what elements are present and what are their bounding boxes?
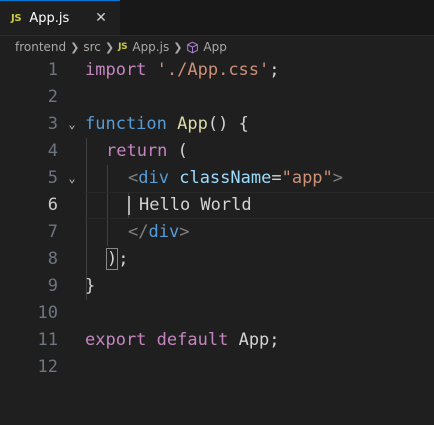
code-content: Hello World bbox=[139, 192, 252, 219]
code-line[interactable]: 2 bbox=[0, 84, 434, 111]
string-literal: "app" bbox=[281, 168, 333, 188]
tag-bracket: > bbox=[332, 168, 344, 188]
string-literal: './App.css' bbox=[156, 60, 270, 80]
jsx-text: Hello World bbox=[139, 195, 252, 215]
chevron-right-icon: ❯ bbox=[70, 40, 80, 54]
tab-bar: JS App.js ✕ bbox=[0, 0, 434, 36]
tag-bracket: </ bbox=[128, 222, 149, 242]
code-content: export default App; bbox=[85, 327, 280, 354]
keyword: import bbox=[85, 60, 147, 80]
code-line[interactable]: 4 return ( bbox=[0, 138, 434, 165]
breadcrumb: frontend ❯ src ❯ JS App.js ❯ App bbox=[0, 36, 434, 58]
line-number: 7 bbox=[47, 222, 58, 242]
code-line[interactable]: 12 bbox=[0, 354, 434, 381]
code-content: </div> bbox=[128, 219, 189, 246]
matched-bracket: ) bbox=[106, 248, 119, 270]
attribute-name: className bbox=[179, 168, 272, 188]
chevron-down-icon[interactable]: ⌄ bbox=[66, 165, 78, 192]
punctuation: ; bbox=[118, 249, 129, 269]
identifier: App bbox=[238, 330, 270, 350]
code-line[interactable]: 3 ⌄ function App() { bbox=[0, 111, 434, 138]
punctuation: ; bbox=[269, 60, 280, 80]
keyword: function bbox=[85, 114, 167, 134]
line-number: 5 bbox=[47, 168, 58, 188]
punctuation: } bbox=[85, 276, 96, 296]
punctuation: ( bbox=[167, 141, 188, 161]
code-line[interactable]: 10 bbox=[0, 300, 434, 327]
code-line[interactable]: 11 export default App; bbox=[0, 327, 434, 354]
tab-app-js[interactable]: JS App.js ✕ bbox=[0, 0, 120, 35]
punctuation: ; bbox=[269, 330, 280, 350]
code-content: <div className="app"> bbox=[128, 165, 343, 192]
tag-name: div bbox=[138, 168, 169, 188]
code-line[interactable]: 5 ⌄ <div className="app"> bbox=[0, 165, 434, 192]
breadcrumb-item-app-js[interactable]: App.js bbox=[132, 40, 169, 54]
line-number: 9 bbox=[47, 276, 58, 296]
code-editor[interactable]: 1 import './App.css'; 2 3 ⌄ function App… bbox=[0, 57, 434, 425]
code-content: } bbox=[85, 273, 95, 300]
line-number: 6 bbox=[47, 195, 58, 215]
keyword: return bbox=[106, 141, 168, 161]
text-cursor bbox=[128, 196, 130, 215]
line-number: 12 bbox=[37, 357, 58, 377]
code-line[interactable]: 1 import './App.css'; bbox=[0, 57, 434, 84]
line-number: 1 bbox=[47, 60, 58, 80]
function-name: App bbox=[177, 114, 208, 134]
breadcrumb-item-frontend[interactable]: frontend bbox=[15, 40, 66, 54]
line-number: 4 bbox=[47, 141, 58, 161]
chevron-down-icon[interactable]: ⌄ bbox=[66, 111, 78, 138]
symbol-cube-icon bbox=[187, 41, 199, 53]
breadcrumb-item-app[interactable]: App bbox=[203, 40, 226, 54]
tag-name: div bbox=[148, 222, 180, 242]
tab-label: App.js bbox=[29, 10, 70, 26]
line-number: 2 bbox=[47, 87, 58, 107]
close-icon[interactable]: ✕ bbox=[92, 9, 110, 27]
punctuation: () { bbox=[207, 114, 249, 134]
line-number: 10 bbox=[37, 303, 58, 323]
code-line[interactable]: 9 } bbox=[0, 273, 434, 300]
line-number: 8 bbox=[47, 249, 58, 269]
line-number: 11 bbox=[37, 330, 58, 350]
current-line-highlight bbox=[84, 192, 434, 219]
code-content: function App() { bbox=[85, 111, 249, 138]
keyword: default bbox=[156, 330, 229, 350]
code-line[interactable]: 8 ); bbox=[0, 246, 434, 273]
breadcrumb-item-src[interactable]: src bbox=[83, 40, 101, 54]
line-number: 3 bbox=[47, 114, 58, 134]
keyword: export bbox=[85, 330, 147, 350]
tag-bracket: > bbox=[179, 222, 190, 242]
js-file-icon: JS bbox=[11, 12, 22, 24]
tag-bracket: < bbox=[128, 168, 139, 188]
code-content: ); bbox=[106, 246, 129, 273]
chevron-right-icon: ❯ bbox=[104, 40, 115, 54]
js-file-icon: JS bbox=[118, 42, 128, 52]
code-content: import './App.css'; bbox=[85, 57, 280, 84]
code-content: return ( bbox=[106, 138, 188, 165]
code-line[interactable]: 7 </div> bbox=[0, 219, 434, 246]
punctuation: = bbox=[271, 168, 282, 188]
chevron-right-icon: ❯ bbox=[173, 40, 183, 54]
code-line-active[interactable]: 6 Hello World bbox=[0, 192, 434, 219]
